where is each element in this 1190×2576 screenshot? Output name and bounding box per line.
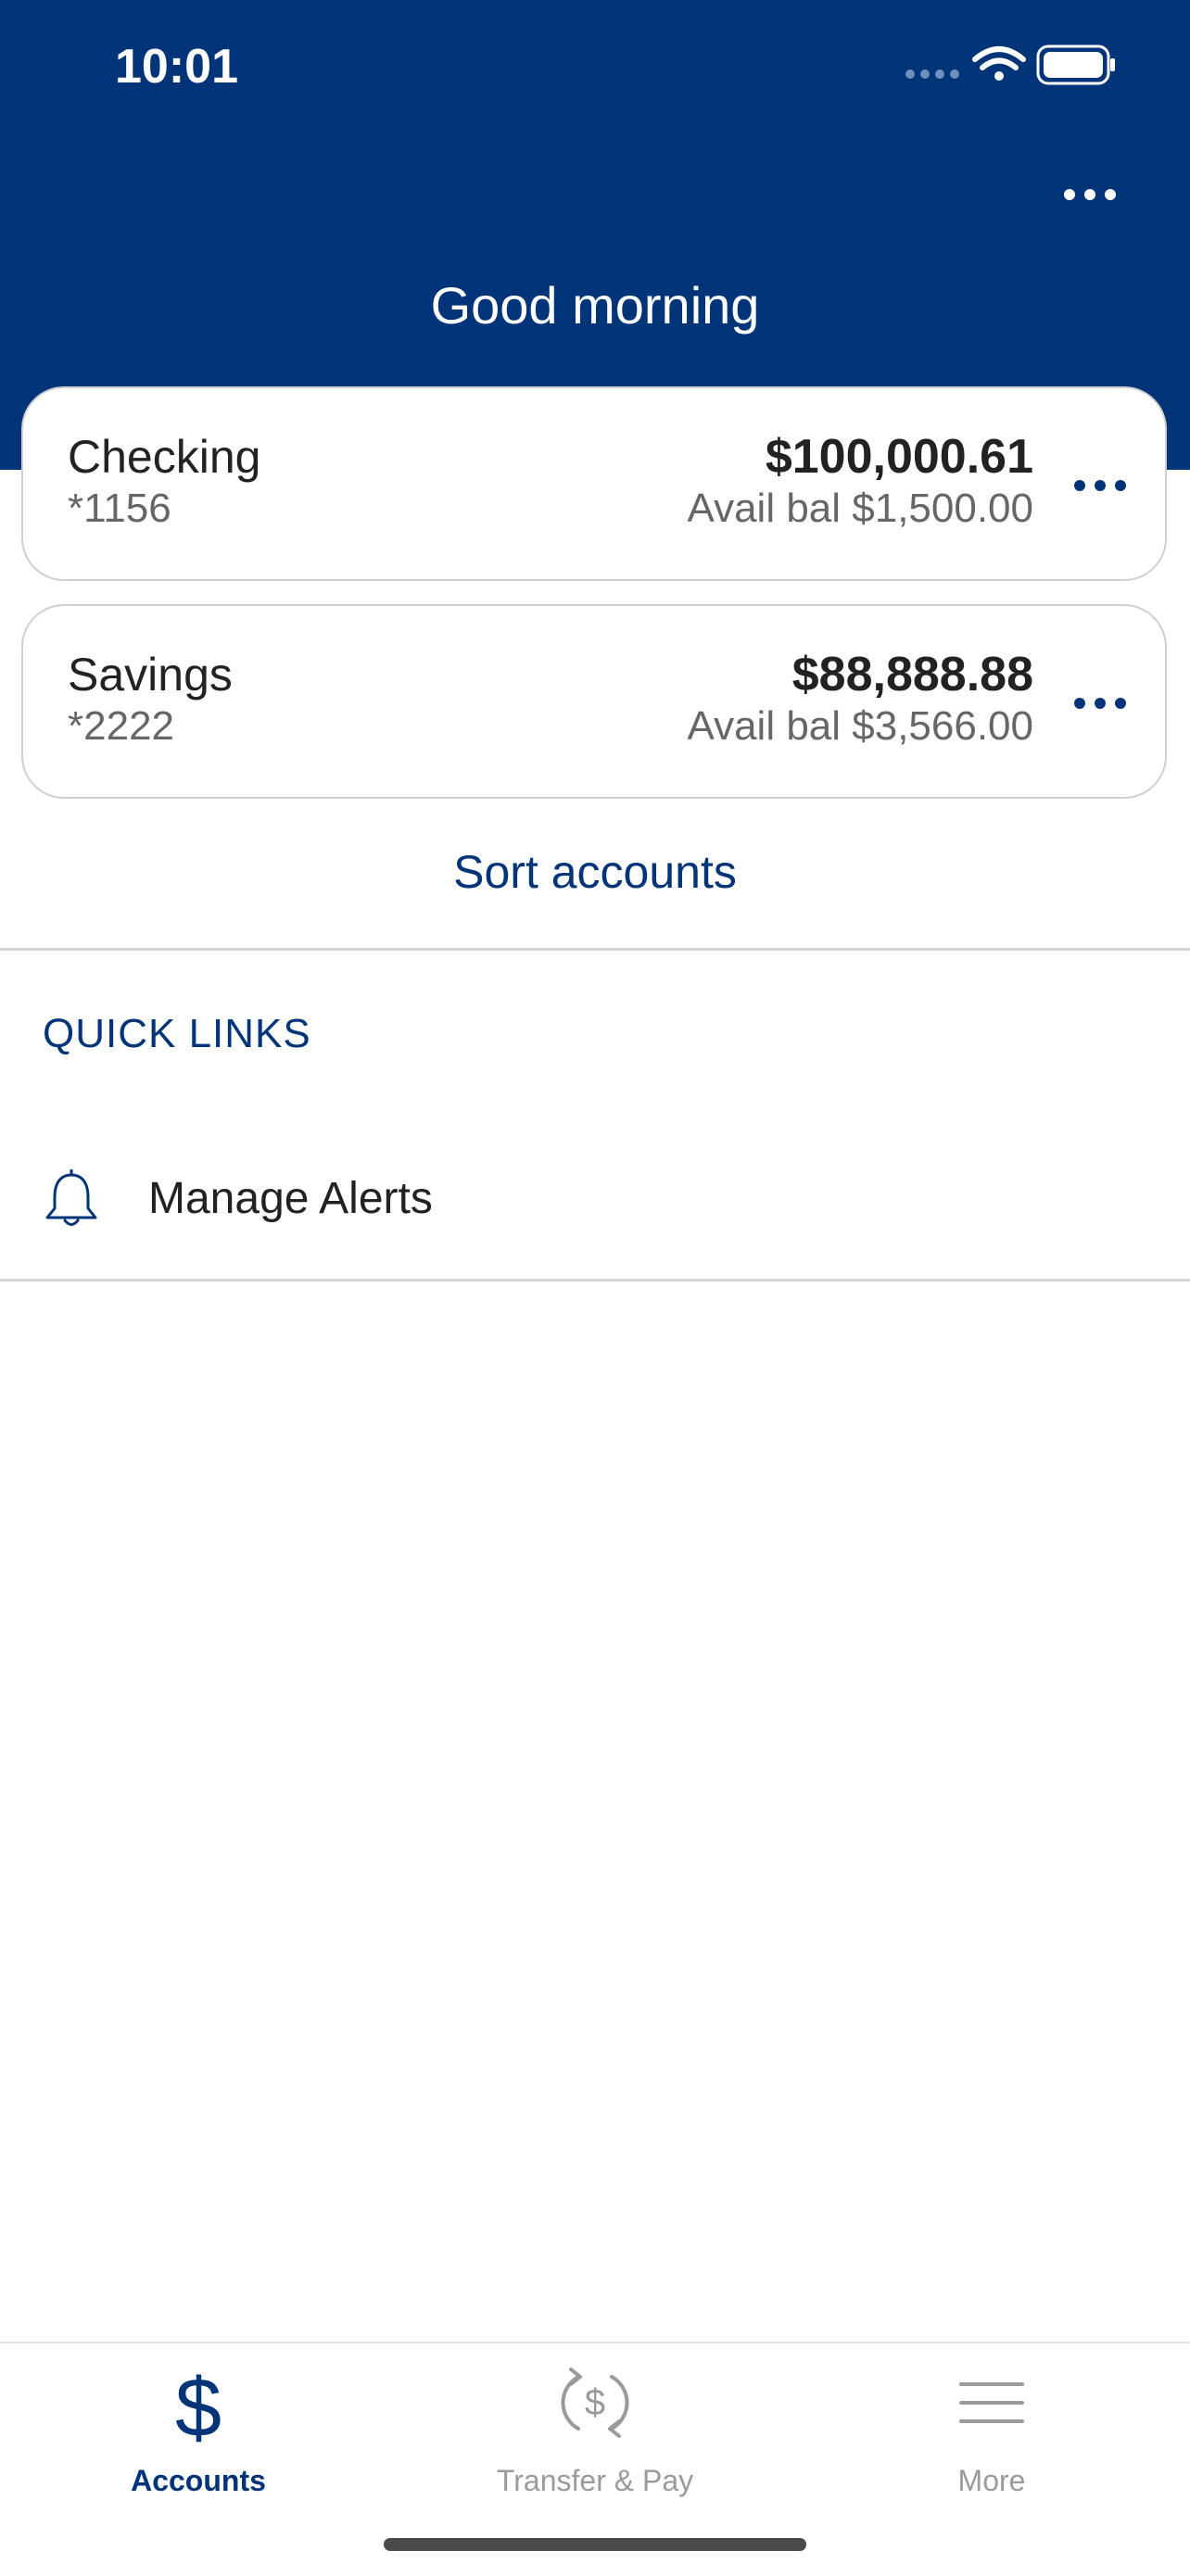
wifi-icon — [972, 46, 1026, 70]
account-card-checking[interactable]: Checking *1156 $100,000.61 Avail bal $1,… — [21, 386, 1167, 581]
ellipsis-icon — [1074, 698, 1126, 709]
divider — [0, 948, 1190, 951]
quick-links-title: QUICK LINKS — [43, 1011, 311, 1056]
quick-link-label: Manage Alerts — [148, 1174, 433, 1223]
header-more-button[interactable] — [1053, 167, 1127, 222]
tab-label: Transfer & Pay — [496, 2464, 694, 2497]
account-card-savings[interactable]: Savings *2222 $88,888.88 Avail bal $3,56… — [21, 604, 1167, 799]
bell-icon — [45, 1169, 97, 1226]
account-balance: $88,888.88 — [791, 648, 1033, 701]
dollar-icon: $ — [174, 2362, 222, 2455]
account-name: Savings — [68, 649, 233, 701]
available-balance: Avail bal $1,500.00 — [687, 486, 1033, 531]
battery-icon — [1036, 44, 1115, 85]
transfer-pay-icon: $ — [561, 2368, 629, 2438]
tab-label: More — [957, 2464, 1026, 2497]
status-time: 10:01 — [115, 40, 238, 94]
account-number: *1156 — [68, 486, 171, 531]
ellipsis-icon — [1064, 189, 1116, 200]
tab-label: Accounts — [131, 2464, 266, 2497]
account-name: Checking — [68, 431, 261, 483]
available-balance: Avail bal $3,566.00 — [687, 703, 1033, 749]
cellular-signal-icon — [905, 69, 959, 79]
svg-text:$: $ — [585, 2382, 605, 2423]
account-more-button[interactable] — [1063, 453, 1137, 518]
tab-accounts[interactable]: $ Accounts — [0, 2343, 397, 2529]
divider — [0, 1279, 1190, 1282]
sort-accounts-link[interactable]: Sort accounts — [0, 840, 1190, 904]
quick-link-manage-alerts[interactable]: Manage Alerts — [0, 1136, 1190, 1256]
menu-icon — [959, 2382, 1024, 2423]
tab-transfer-pay[interactable]: $ Transfer & Pay — [397, 2343, 793, 2529]
account-number: *2222 — [68, 703, 175, 749]
status-indicators — [905, 44, 1115, 85]
status-icons — [903, 43, 1116, 91]
greeting: Good morning — [430, 276, 760, 335]
account-balance: $100,000.61 — [765, 430, 1033, 484]
ellipsis-icon — [1074, 480, 1126, 491]
account-more-button[interactable] — [1063, 671, 1137, 736]
tab-more[interactable]: More — [793, 2343, 1190, 2529]
home-indicator — [384, 2538, 806, 2551]
